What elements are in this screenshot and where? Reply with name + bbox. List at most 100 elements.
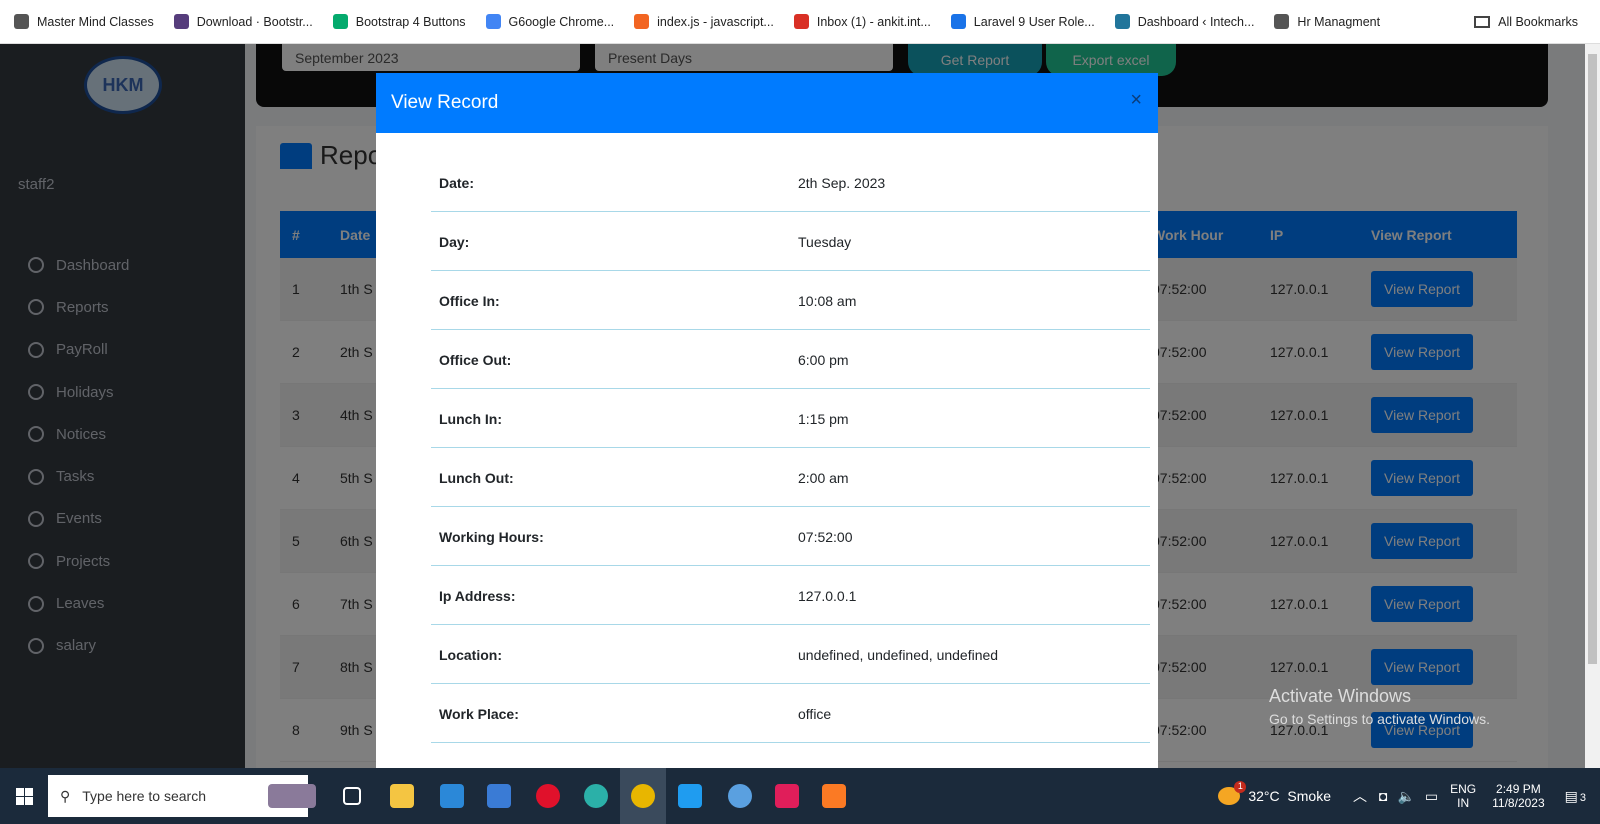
- notification-icon[interactable]: ▤ 3: [1565, 788, 1586, 805]
- search-placeholder: Type here to search: [82, 788, 207, 804]
- search-icon: ⚲: [60, 787, 71, 804]
- all-bookmarks[interactable]: All Bookmarks: [1474, 15, 1578, 29]
- bookmark-label: Laravel 9 User Role...: [973, 14, 1095, 29]
- field-label: Lunch Out:: [439, 470, 514, 486]
- bookmark-label: Inbox (1) - ankit.int...: [816, 14, 931, 29]
- lang-1: ENG: [1450, 782, 1477, 796]
- globe-icon: [1274, 14, 1290, 29]
- file-explorer-icon[interactable]: [390, 784, 414, 808]
- field-value: 2:00 am: [798, 470, 849, 486]
- field-value: Tuesday: [798, 234, 852, 250]
- windows-start-icon[interactable]: [16, 788, 33, 805]
- slack-icon[interactable]: [775, 784, 799, 808]
- lang-2: IN: [1457, 796, 1470, 810]
- bookmark-label: index.js - javascript...: [657, 14, 774, 29]
- bookmark-item[interactable]: Bootstrap 4 Buttons: [332, 14, 466, 29]
- view-record-modal: View Record × Date: 2th Sep. 2023 Day: Tues…: [376, 73, 1158, 773]
- bookmark-item[interactable]: Laravel 9 User Role...: [950, 14, 1095, 29]
- bookmark-item[interactable]: Hr Managment: [1274, 14, 1380, 29]
- vscode-icon[interactable]: [678, 784, 702, 808]
- codesandbox-icon: [634, 14, 650, 29]
- volume-icon[interactable]: 🔈: [1397, 788, 1414, 805]
- wordpress-icon: [1114, 14, 1130, 29]
- weather-badge: 1: [1234, 781, 1247, 793]
- record-row: Office In: 10:08 am: [431, 271, 1150, 330]
- task-view-icon[interactable]: [343, 787, 361, 805]
- field-label: Day:: [439, 234, 470, 250]
- record-row: Lunch In: 1:15 pm: [431, 389, 1150, 448]
- record-row: Location: undefined, undefined, undefined: [431, 625, 1150, 684]
- field-value: 127.0.0.1: [798, 588, 857, 604]
- field-value: office: [798, 706, 832, 722]
- date: 11/8/2023: [1492, 796, 1545, 810]
- field-label: Date:: [439, 175, 475, 191]
- search-highlight-image: [268, 784, 316, 808]
- all-bookmarks-label: All Bookmarks: [1498, 14, 1578, 29]
- weather-icon[interactable]: 1: [1218, 781, 1247, 805]
- field-value: 10:08 am: [798, 293, 857, 309]
- bootstrap-icon: [173, 14, 189, 29]
- field-value: 07:52:00: [798, 529, 853, 545]
- system-tray: 1 32°C Smoke ︿ ◘ 🔈 ▭ ENG IN 2:49 PM 11/8/2…: [1218, 768, 1600, 824]
- xampp-icon[interactable]: [822, 784, 846, 808]
- record-row: Office Out: 6:00 pm: [431, 330, 1150, 389]
- bookmark-label: Download · Bootstr...: [196, 14, 313, 29]
- edge-icon[interactable]: [584, 784, 608, 808]
- braces-icon: [950, 14, 966, 29]
- record-row: Lunch Out: 2:00 am: [431, 448, 1150, 507]
- field-label: Lunch In:: [439, 411, 502, 427]
- chevron-up-icon[interactable]: ︿: [1353, 786, 1367, 806]
- google-icon: [485, 14, 501, 29]
- bookmark-item[interactable]: Download · Bootstr...: [173, 14, 313, 29]
- field-label: Working Hours:: [439, 529, 544, 545]
- weather-text[interactable]: 32°C Smoke: [1248, 788, 1331, 804]
- field-label: Location:: [439, 647, 502, 663]
- field-label: Office Out:: [439, 352, 512, 368]
- scrollbar[interactable]: [1585, 44, 1600, 768]
- bookmark-item[interactable]: index.js - javascript...: [634, 14, 774, 29]
- bookmark-item[interactable]: G6oogle Chrome...: [485, 14, 615, 29]
- field-value: undefined, undefined, undefined: [798, 647, 999, 663]
- field-value: 1:15 pm: [798, 411, 849, 427]
- bookmark-item[interactable]: Dashboard ‹ Intech...: [1114, 14, 1255, 29]
- record-row: Date: 2th Sep. 2023: [431, 153, 1150, 212]
- bookmark-label: Bootstrap 4 Buttons: [355, 14, 466, 29]
- cloud-icon[interactable]: [728, 784, 752, 808]
- record-row: Work Place: office: [431, 684, 1150, 743]
- bookmark-label: Dashboard ‹ Intech...: [1137, 14, 1255, 29]
- bookmark-item[interactable]: Master Mind Classes: [14, 14, 154, 29]
- bookmark-label: Master Mind Classes: [37, 14, 154, 29]
- w3schools-icon: [332, 14, 348, 29]
- bookmarks-bar: Master Mind Classes Download · Bootstr...…: [0, 0, 1600, 44]
- folder-icon: [1474, 15, 1491, 28]
- record-fields: Date: 2th Sep. 2023 Day: Tuesday Office In: 1…: [431, 153, 1150, 743]
- bookmark-label: G6oogle Chrome...: [508, 14, 615, 29]
- record-row: Working Hours: 07:52:00: [431, 507, 1150, 566]
- mail-icon[interactable]: [487, 784, 511, 808]
- field-label: Office In:: [439, 293, 500, 309]
- store-icon[interactable]: [440, 784, 464, 808]
- globe-icon: [14, 14, 29, 29]
- field-value: 2th Sep. 2023: [798, 175, 886, 191]
- bookmark-label: Hr Managment: [1297, 14, 1381, 29]
- notification-count: 3: [1579, 791, 1586, 804]
- modal-header: View Record ×: [376, 73, 1158, 133]
- time: 2:49 PM: [1496, 782, 1541, 796]
- opera-icon[interactable]: [536, 784, 560, 808]
- clock[interactable]: 2:49 PM 11/8/2023: [1492, 782, 1545, 810]
- field-label: Work Place:: [439, 706, 519, 722]
- network-icon[interactable]: ▭: [1425, 788, 1438, 805]
- record-row: Day: Tuesday: [431, 212, 1150, 271]
- camera-icon[interactable]: ◘: [1379, 788, 1387, 804]
- field-label: Ip Address:: [439, 588, 516, 604]
- close-icon[interactable]: ×: [1130, 89, 1142, 112]
- activate-windows-sub: Go to Settings to activate Windows.: [1269, 711, 1490, 727]
- taskbar: ⚲ Type here to search 1 32°C Smoke ︿ ◘ 🔈 …: [0, 768, 1600, 824]
- bookmark-item[interactable]: Inbox (1) - ankit.int...: [793, 14, 931, 29]
- chrome-active[interactable]: [620, 768, 666, 824]
- record-row: Ip Address: 127.0.0.1: [431, 566, 1150, 625]
- activate-windows-title: Activate Windows: [1269, 686, 1412, 706]
- language[interactable]: ENG IN: [1450, 782, 1476, 810]
- field-value: 6:00 pm: [798, 352, 849, 368]
- modal-title: View Record: [391, 92, 499, 113]
